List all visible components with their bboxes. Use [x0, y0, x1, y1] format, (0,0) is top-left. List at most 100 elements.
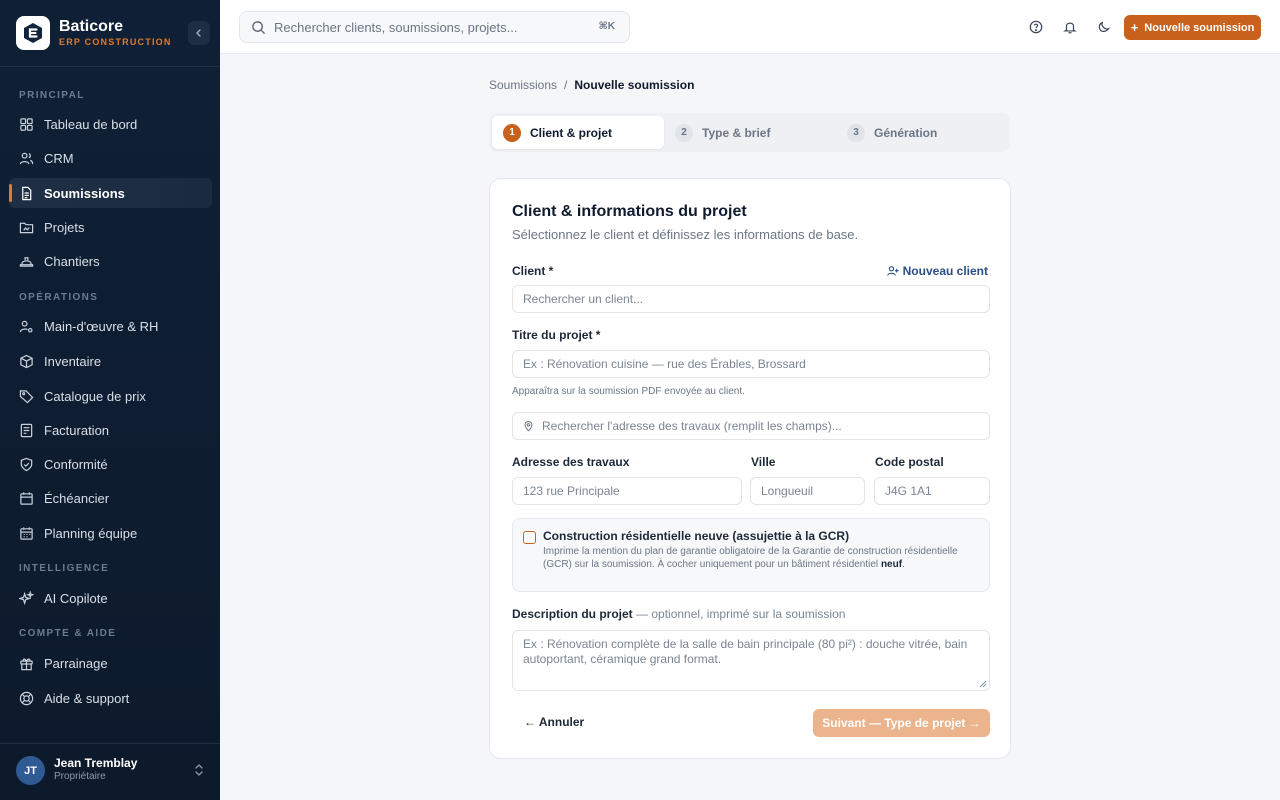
step-generation[interactable]: 3 Génération	[847, 116, 1007, 149]
sidebar-item-label: Main-d'œuvre & RH	[44, 318, 159, 334]
breadcrumb-parent[interactable]: Soumissions	[489, 78, 557, 92]
gcr-option: Construction résidentielle neuve (assuje…	[512, 518, 990, 592]
sidebar-item-soumissions[interactable]: Soumissions	[9, 178, 212, 208]
project-title-placeholder: Ex : Rénovation cuisine — rue des Érable…	[523, 357, 806, 371]
sidebar-item-catalogue[interactable]: Catalogue de prix	[9, 381, 212, 411]
city-label: Ville	[751, 455, 776, 469]
sidebar-item-label: Aide & support	[44, 690, 130, 706]
help-icon	[1029, 20, 1043, 34]
city-placeholder: Longueuil	[761, 484, 814, 498]
sidebar-item-facturation[interactable]: Facturation	[9, 415, 212, 445]
address-search-input[interactable]: Rechercher l'adresse des travaux (rempli…	[512, 412, 990, 440]
step-type-brief[interactable]: 2 Type & brief	[675, 116, 835, 149]
sidebar-item-label: Parrainage	[44, 655, 108, 671]
section-label-compte: COMPTE & AIDE	[19, 628, 117, 639]
cancel-button[interactable]: ← Annuler	[524, 715, 584, 729]
sidebar-item-label: Planning équipe	[44, 525, 138, 541]
address-input[interactable]: 123 rue Principale	[512, 477, 742, 505]
gcr-checkbox[interactable]	[523, 531, 536, 544]
postal-code-input[interactable]: J4G 1A1	[874, 477, 990, 505]
user-role: Propriétaire	[54, 771, 106, 782]
sidebar-item-parrainage[interactable]: Parrainage	[9, 648, 212, 678]
gcr-title[interactable]: Construction résidentielle neuve (assuje…	[543, 529, 849, 543]
plus-icon: +	[1130, 20, 1139, 35]
users-icon	[19, 152, 34, 164]
client-search-input[interactable]: Rechercher un client...	[512, 285, 990, 313]
breadcrumb-separator: /	[564, 78, 568, 92]
search-placeholder: Rechercher clients, soumissions, projets…	[274, 19, 518, 35]
new-client-link[interactable]: Nouveau client	[886, 264, 988, 278]
sidebar-item-label: Soumissions	[44, 185, 125, 201]
notifications-button[interactable]	[1061, 18, 1079, 36]
step-label: Génération	[874, 125, 938, 140]
new-submission-button[interactable]: + Nouvelle soumission	[1124, 15, 1261, 40]
project-title-hint: Apparaîtra sur la soumission PDF envoyée…	[512, 386, 745, 397]
new-client-label: Nouveau client	[902, 264, 988, 278]
sidebar-item-crm[interactable]: CRM	[9, 143, 212, 173]
user-menu[interactable]: JT Jean Tremblay Propriétaire	[0, 743, 220, 800]
resize-handle-icon[interactable]	[979, 680, 987, 688]
client-search-placeholder: Rechercher un client...	[523, 292, 644, 306]
sidebar-item-conformite[interactable]: Conformité	[9, 449, 212, 479]
search-input[interactable]: Rechercher clients, soumissions, projets…	[239, 11, 630, 43]
bell-icon	[1063, 22, 1077, 34]
theme-toggle-button[interactable]	[1095, 18, 1113, 36]
step-number: 2	[675, 123, 693, 142]
map-pin-icon	[524, 421, 533, 432]
description-label: Description du projet — optionnel, impri…	[512, 607, 845, 621]
city-input[interactable]: Longueuil	[750, 477, 865, 505]
hard-hat-icon	[19, 256, 34, 267]
sidebar-item-label: Tableau de bord	[44, 116, 138, 132]
sidebar-item-label: Catalogue de prix	[44, 388, 146, 404]
sidebar-item-planning[interactable]: Planning équipe	[9, 518, 212, 548]
client-label: Client *	[512, 264, 554, 278]
help-button[interactable]	[1027, 18, 1045, 36]
user-name: Jean Tremblay	[54, 756, 138, 770]
description-textarea[interactable]: Ex : Rénovation complète de la salle de …	[512, 630, 990, 691]
description-placeholder: Ex : Rénovation complète de la salle de …	[523, 637, 968, 666]
dashboard-icon	[20, 117, 33, 131]
sidebar-item-aide[interactable]: Aide & support	[9, 683, 212, 713]
brand[interactable]: Baticore ERP CONSTRUCTION	[16, 16, 172, 50]
box-icon	[20, 354, 33, 368]
gift-icon	[20, 658, 33, 670]
invoice-icon	[20, 423, 33, 437]
sidebar-item-inventaire[interactable]: Inventaire	[9, 346, 212, 376]
description-label-text: Description du projet	[512, 607, 633, 621]
user-plus-icon	[886, 266, 899, 276]
moon-icon	[1098, 21, 1111, 33]
sidebar-item-label: Échéancier	[44, 490, 110, 506]
search-shortcut: ⌘K	[598, 21, 616, 32]
sidebar-item-dashboard[interactable]: Tableau de bord	[9, 109, 212, 139]
step-number: 3	[847, 123, 865, 142]
document-icon	[22, 186, 32, 200]
sidebar-item-label: Facturation	[44, 422, 110, 438]
sidebar-item-label: CRM	[44, 150, 74, 166]
address-search-placeholder: Rechercher l'adresse des travaux (rempli…	[542, 419, 842, 433]
sidebar-item-chantiers[interactable]: Chantiers	[9, 246, 212, 276]
breadcrumb-current: Nouvelle soumission	[574, 78, 695, 92]
sidebar-item-ai-copilote[interactable]: AI Copilote	[9, 583, 212, 613]
user-gear-icon	[19, 320, 33, 333]
topbar: Rechercher clients, soumissions, projets…	[220, 0, 1280, 54]
avatar: JT	[16, 756, 45, 785]
step-label: Type & brief	[702, 125, 771, 140]
step-client-projet[interactable]: 1 Client & projet	[492, 116, 664, 149]
sidebar-item-echeancier[interactable]: Échéancier	[9, 483, 212, 513]
gcr-description-bold: neuf	[880, 559, 903, 570]
chevron-left-icon	[196, 29, 201, 37]
logo-icon	[16, 16, 50, 50]
sidebar-item-projets[interactable]: Projets	[9, 212, 212, 242]
chevron-up-down-icon	[195, 764, 203, 776]
gcr-description: Imprime la mention du plan de garantie o…	[543, 546, 958, 570]
project-title-input[interactable]: Ex : Rénovation cuisine — rue des Érable…	[512, 350, 990, 378]
tag-icon	[19, 389, 34, 403]
folder-icon	[19, 222, 34, 233]
form-title: Client & informations du projet	[512, 203, 747, 220]
step-label: Client & projet	[530, 125, 613, 140]
postal-label: Code postal	[875, 455, 944, 469]
collapse-sidebar-button[interactable]	[188, 21, 210, 45]
next-button[interactable]: Suivant — Type de projet →	[813, 709, 990, 737]
sidebar-item-rh[interactable]: Main-d'œuvre & RH	[9, 311, 212, 341]
form-card: Client & informations du projet Sélectio…	[489, 178, 1011, 759]
